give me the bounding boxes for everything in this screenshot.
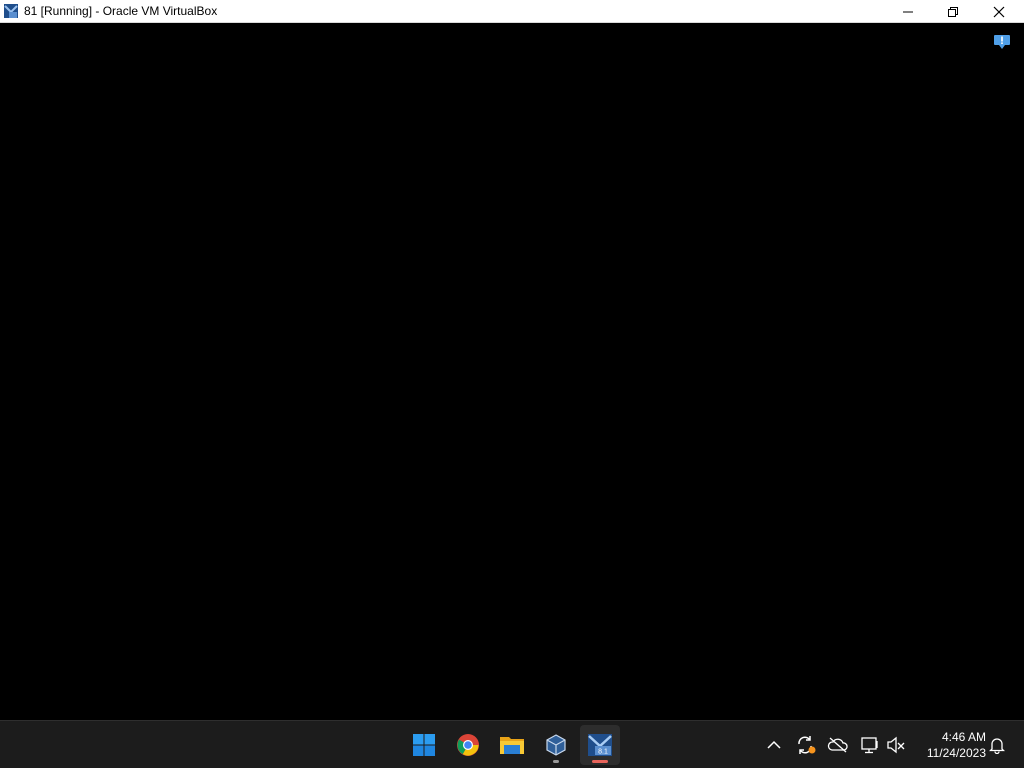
info-notification-icon[interactable] [993,34,1011,50]
minimize-icon [903,11,913,12]
taskbar-app-virtualbox[interactable] [536,725,576,765]
bell-icon [989,738,1005,754]
close-icon [993,6,1005,17]
folder-icon [500,737,524,754]
virtualbox-vm-icon: 8.1 [588,734,612,756]
tray-volume[interactable] [884,733,908,757]
virtualbox-vm-icon [3,3,19,19]
active-indicator [592,760,608,763]
tray-sync[interactable] [794,733,818,757]
window-title: 81 [Running] - Oracle VM VirtualBox [24,4,218,18]
chrome-icon [457,734,479,756]
tray-network[interactable] [858,733,882,757]
minimize-button[interactable] [885,0,931,23]
vm-display[interactable] [0,23,1024,720]
network-icon [861,737,878,754]
virtualbox-window: 81 [Running] - Oracle VM VirtualBox [0,0,1024,720]
windows-start-icon [413,734,435,756]
running-indicator [553,760,559,763]
notification-center-button[interactable] [985,733,1009,757]
tray-overflow-button[interactable] [762,733,786,757]
taskbar: 8.1 4:46 AM 11/24/2023 [0,720,1024,768]
taskbar-clock[interactable]: 4:46 AM 11/24/2023 [912,729,986,761]
taskbar-app-chrome[interactable] [448,725,488,765]
restore-button[interactable] [930,0,976,23]
clock-time: 4:46 AM [941,730,986,744]
taskbar-app-file-explorer[interactable] [492,725,532,765]
taskbar-app-vm-81[interactable]: 8.1 [580,725,620,765]
restore-icon [948,6,958,17]
start-button[interactable] [404,725,444,765]
close-button[interactable] [976,0,1022,23]
virtualbox-icon [546,734,566,756]
vm-badge: 8.1 [598,749,608,756]
chevron-up-icon [767,740,781,749]
title-bar[interactable]: 81 [Running] - Oracle VM VirtualBox [0,0,1024,23]
cloud-offline-icon [827,737,848,753]
sync-icon [798,736,816,754]
speaker-muted-icon [887,736,905,754]
tray-onedrive[interactable] [826,733,850,757]
clock-date: 11/24/2023 [926,746,986,760]
